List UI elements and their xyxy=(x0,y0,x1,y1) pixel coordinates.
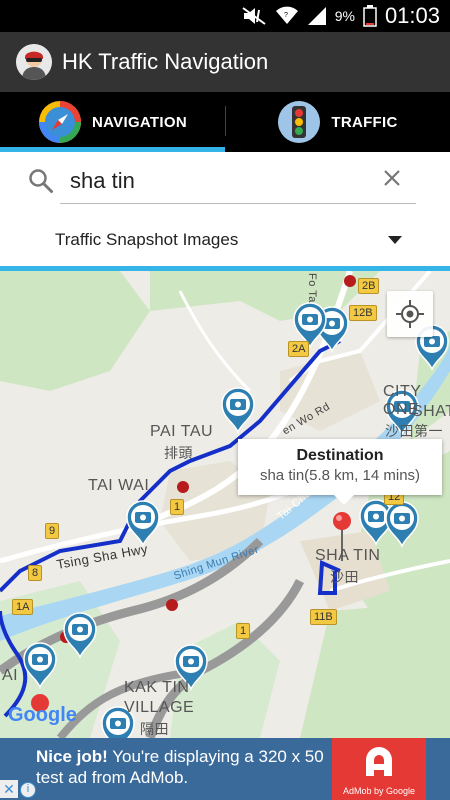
ad-text: Nice job! You're displaying a 320 x 50 t… xyxy=(36,746,336,788)
tab-bar: NAVIGATION TRAFFIC xyxy=(0,92,450,152)
ad-info-icon[interactable]: i xyxy=(20,782,36,798)
destination-infowindow[interactable]: Destination sha tin(5.8 km, 14 mins) xyxy=(238,439,442,505)
wifi-icon: ? xyxy=(275,6,298,24)
google-attribution: Google xyxy=(8,704,77,727)
map-label-sha-tin-zh: 沙田 xyxy=(330,569,359,585)
clear-icon[interactable] xyxy=(380,166,404,190)
map-label-village: VILLAGE xyxy=(124,699,195,716)
road-badge: 11B xyxy=(310,609,337,625)
traffic-camera-marker[interactable] xyxy=(126,500,160,548)
status-time: 01:03 xyxy=(384,3,440,28)
road-badge: 12B xyxy=(349,305,377,321)
map-label-pai-tau-zh: 排頭 xyxy=(164,445,193,461)
svg-text:?: ? xyxy=(284,12,288,19)
road-badge: 1 xyxy=(170,499,185,515)
battery-icon xyxy=(363,5,377,27)
tab-traffic[interactable]: TRAFFIC xyxy=(225,92,450,152)
road-badge: 2A xyxy=(288,341,310,357)
ad-banner[interactable]: ✕ i Nice job! You're displaying a 320 x … xyxy=(0,738,450,800)
driver-avatar-icon xyxy=(16,44,52,80)
compass-icon xyxy=(38,100,82,144)
road-badge: 9 xyxy=(45,523,60,539)
status-bar: ? 9% 01:03 xyxy=(0,0,450,32)
infowindow-snippet: sha tin(5.8 km, 14 mins) xyxy=(259,467,421,484)
app-bar: HK Traffic Navigation xyxy=(0,32,450,92)
dropdown-caret-icon xyxy=(388,236,402,244)
mute-icon xyxy=(242,7,266,25)
road-badge: 8 xyxy=(28,565,43,581)
tab-label-traffic: TRAFFIC xyxy=(331,113,398,131)
map-label-pai-tau: PAI TAU xyxy=(150,423,214,440)
app-title: HK Traffic Navigation xyxy=(62,49,269,74)
road-badge: 1 xyxy=(236,623,251,639)
image-type-select[interactable]: Traffic Snapshot Images xyxy=(0,220,450,264)
map-label-fo-ta: Fo Ta xyxy=(306,273,318,303)
map-label-sha-tin: SHA TIN xyxy=(315,547,381,564)
image-type-select-value: Traffic Snapshot Images xyxy=(55,230,239,249)
search-panel: Traffic Snapshot Images xyxy=(0,152,450,268)
battery-percent: 9% xyxy=(334,8,355,24)
map-label-kak-tin-zh: 隔田 xyxy=(140,721,169,737)
traffic-light-icon xyxy=(277,100,321,144)
road-badge: 1A xyxy=(12,599,34,615)
admob-caption: AdMob by Google xyxy=(342,786,416,796)
ad-close-icon[interactable]: ✕ xyxy=(0,780,18,798)
search-input[interactable] xyxy=(60,158,416,204)
map-canvas xyxy=(0,271,450,738)
map-label-shatin-line: SHATIN xyxy=(412,403,450,420)
ad-headline: Nice job! xyxy=(36,747,108,766)
admob-logo: AdMob by Google xyxy=(332,738,426,800)
admob-icon xyxy=(366,747,392,776)
traffic-camera-marker[interactable] xyxy=(221,387,255,435)
map-label-tai-wai: TAI WAI xyxy=(88,477,150,494)
status-icons: ? 9% 01:03 xyxy=(241,0,440,32)
google-logo-text: Google xyxy=(8,704,77,726)
map-view[interactable]: PAI TAU 排頭 TAI WAI CITY ONE SHATIN 沙田第一城… xyxy=(0,271,450,738)
tab-label-navigation: NAVIGATION xyxy=(92,113,187,131)
infowindow-title: Destination xyxy=(296,447,384,464)
road-badge: 2B xyxy=(358,278,380,294)
crosshair-icon xyxy=(396,300,424,328)
tab-navigation[interactable]: NAVIGATION xyxy=(0,92,225,152)
signal-icon xyxy=(307,7,326,25)
map-label-kak-tin: KAK TIN xyxy=(124,679,190,696)
map-label-ai: AI xyxy=(2,667,19,684)
search-icon xyxy=(29,169,53,193)
my-location-button[interactable] xyxy=(387,291,433,337)
